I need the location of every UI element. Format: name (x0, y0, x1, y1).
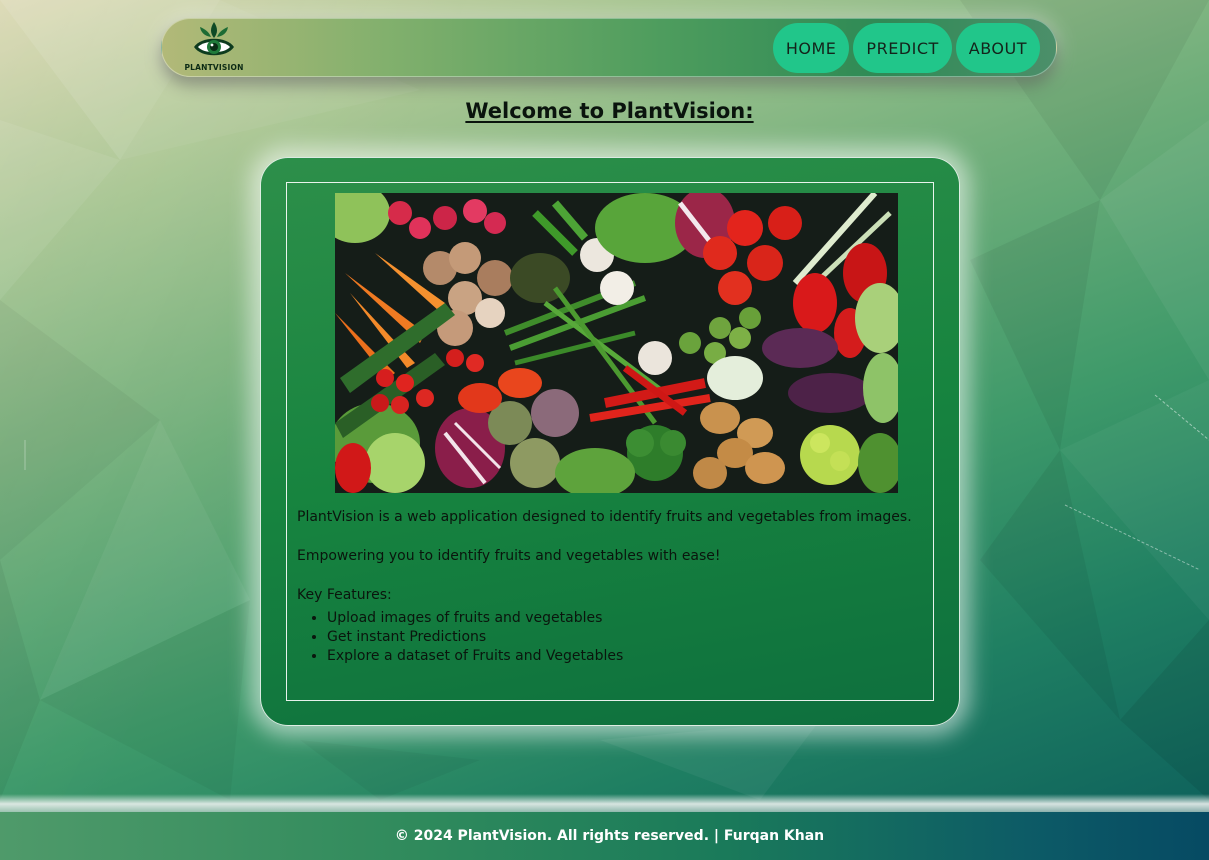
vegetables-image (335, 193, 898, 493)
page-title: Welcome to PlantVision: (465, 99, 754, 123)
features-label: Key Features: (297, 587, 392, 603)
nav-home-button[interactable]: HOME (772, 23, 850, 73)
list-item: Explore a dataset of Fruits and Vegetabl… (327, 647, 917, 666)
app-tagline: Empowering you to identify fruits and ve… (297, 548, 721, 564)
list-item: Get instant Predictions (327, 628, 917, 647)
vegetables-illustration (335, 193, 898, 493)
plantvision-logo[interactable]: PLANTVISION (184, 19, 244, 77)
features-list: Upload images of fruits and vegetables G… (297, 609, 917, 666)
info-card: PlantVision is a web application designe… (260, 157, 960, 726)
nav-predict-button[interactable]: PREDICT (853, 23, 952, 73)
logo-text: PLANTVISION (184, 63, 244, 72)
app-description: PlantVision is a web application designe… (297, 509, 912, 525)
footer-copyright: © 2024 PlantVision. All rights reserved.… (394, 828, 825, 844)
card-content: PlantVision is a web application designe… (297, 508, 917, 666)
footer-separator (0, 794, 1209, 812)
card-inner-frame: PlantVision is a web application designe… (286, 182, 934, 701)
footer: © 2024 PlantVision. All rights reserved.… (0, 812, 1209, 860)
nav-about-button[interactable]: ABOUT (955, 23, 1040, 73)
list-item: Upload images of fruits and vegetables (327, 609, 917, 628)
eye-leaf-icon (194, 22, 234, 56)
nav-buttons: HOME PREDICT ABOUT (772, 23, 1040, 73)
navbar: PLANTVISION HOME PREDICT ABOUT (161, 18, 1057, 77)
